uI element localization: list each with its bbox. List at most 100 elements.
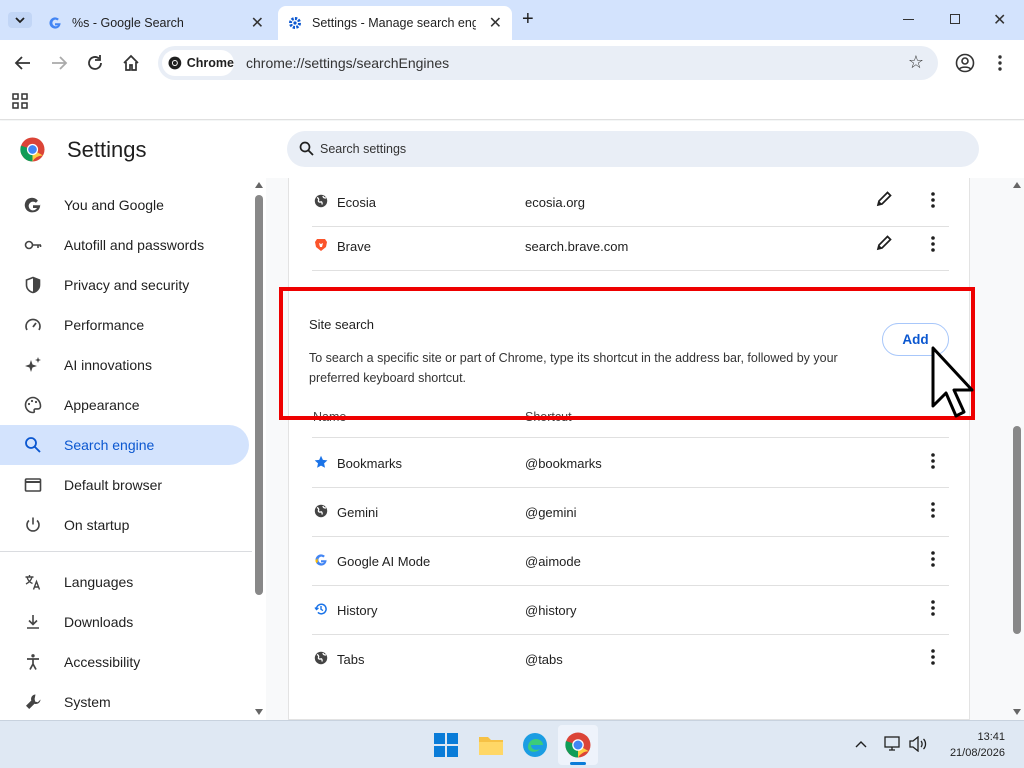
toolbar: Chrome chrome://settings/searchEngines ☆ [0, 40, 1024, 85]
more-actions-icon[interactable] [926, 234, 940, 254]
nav-default-browser[interactable]: Default browser [0, 465, 249, 505]
bookmark-star-icon[interactable]: ☆ [908, 52, 924, 73]
site-name: Tabs [337, 652, 365, 667]
chrome-logo-icon [20, 137, 45, 162]
menu-kebab-icon[interactable] [997, 54, 1003, 72]
more-actions-icon[interactable] [926, 549, 940, 569]
active-app-indicator [570, 762, 586, 765]
close-window-icon[interactable]: ✕ [993, 10, 1006, 30]
windows-start-icon[interactable] [434, 733, 458, 757]
edit-pencil-icon[interactable] [875, 190, 893, 208]
more-actions-icon[interactable] [926, 190, 940, 210]
volume-icon[interactable] [908, 736, 928, 752]
nav-downloads[interactable]: Downloads [0, 602, 249, 642]
sidebar-scrollbar[interactable] [253, 178, 266, 720]
nav-system[interactable]: System [0, 682, 249, 722]
nav-privacy[interactable]: Privacy and security [0, 265, 249, 305]
accessibility-icon [27, 654, 39, 670]
nav-search-engine[interactable]: Search engine [0, 425, 249, 465]
settings-header: Settings Search settings [0, 121, 1024, 178]
scroll-down-arrow-icon[interactable] [254, 708, 264, 716]
more-actions-icon[interactable] [926, 598, 940, 618]
column-header-name: Name [313, 410, 347, 424]
nav-languages[interactable]: Languages [0, 562, 249, 602]
edit-pencil-icon[interactable] [875, 234, 893, 252]
network-icon[interactable] [884, 736, 902, 752]
chrome-chip[interactable]: Chrome [162, 50, 234, 76]
globe-icon [314, 194, 328, 208]
nav-appearance[interactable]: Appearance [0, 385, 249, 425]
browser-window-icon [24, 478, 42, 492]
restore-icon[interactable] [950, 14, 960, 24]
more-actions-icon[interactable] [926, 500, 940, 520]
nav-label: Appearance [64, 397, 140, 413]
chevron-up-icon[interactable] [855, 740, 867, 748]
url-text: chrome://settings/searchEngines [246, 55, 450, 71]
minimize-icon[interactable] [903, 19, 914, 20]
scroll-up-arrow-icon[interactable] [1012, 181, 1022, 189]
nav-label: Accessibility [64, 654, 141, 670]
tab-google-search[interactable]: %s - Google Search ✕ [38, 6, 274, 40]
more-actions-icon[interactable] [926, 647, 940, 667]
google-g-icon [49, 17, 61, 29]
globe-icon [314, 504, 328, 518]
nav-accessibility[interactable]: Accessibility [0, 642, 249, 682]
settings-search-input[interactable]: Search settings [287, 131, 979, 167]
site-search-heading: Site search [309, 317, 375, 332]
engine-row: Brave search.brave.com [312, 222, 949, 271]
tab-search-dropdown-icon[interactable] [8, 12, 32, 28]
search-engines-card: Ecosia ecosia.org Brave search.brave.com… [288, 178, 970, 720]
nav-autofill[interactable]: Autofill and passwords [0, 225, 249, 265]
site-name: Bookmarks [337, 456, 403, 471]
engine-shortcut: search.brave.com [525, 239, 629, 254]
file-explorer-icon[interactable] [478, 733, 504, 757]
nav-performance[interactable]: Performance [0, 305, 249, 345]
wrench-icon [26, 694, 41, 709]
column-header-shortcut: Shortcut [525, 410, 572, 424]
sparkle-icon [25, 357, 41, 372]
settings-content: Ecosia ecosia.org Brave search.brave.com… [266, 178, 1024, 720]
edge-icon[interactable] [522, 732, 548, 758]
scroll-up-arrow-icon[interactable] [254, 181, 264, 189]
tab-settings[interactable]: Settings - Manage search engines ✕ [278, 6, 512, 40]
site-search-row: Tabs @tabs [312, 635, 949, 684]
content-scrollbar[interactable] [1010, 178, 1024, 720]
nav-on-startup[interactable]: On startup [0, 505, 249, 545]
nav-label: AI innovations [64, 357, 152, 373]
home-icon[interactable] [122, 54, 140, 72]
close-tab-icon[interactable]: ✕ [489, 13, 502, 33]
nav-label: Search engine [64, 437, 155, 453]
new-tab-icon[interactable]: + [522, 8, 534, 31]
sidebar-scroll-thumb[interactable] [255, 195, 263, 595]
nav-label: Performance [64, 317, 145, 333]
address-bar[interactable]: Chrome chrome://settings/searchEngines ☆ [158, 46, 938, 80]
nav-label: System [64, 694, 111, 710]
profile-icon[interactable] [955, 53, 975, 73]
nav-label: Downloads [64, 614, 134, 630]
system-clock[interactable]: 13:41 21/08/2026 [950, 729, 1005, 761]
title-bar: %s - Google Search ✕ Settings - Manage s… [0, 0, 1024, 40]
clock-date: 21/08/2026 [949, 747, 1005, 759]
chrome-taskbar-button[interactable] [558, 725, 598, 765]
forward-icon[interactable] [50, 54, 68, 72]
nav-you-and-google[interactable]: You and Google [0, 185, 249, 225]
nav-divider [0, 551, 252, 552]
history-icon [314, 603, 327, 615]
content-scroll-thumb[interactable] [1013, 426, 1021, 634]
nav-label: On startup [64, 517, 130, 533]
download-icon [27, 615, 39, 629]
site-shortcut: @bookmarks [525, 456, 602, 471]
nav-ai-innovations[interactable]: AI innovations [0, 345, 249, 385]
site-search-row: Gemini @gemini [312, 488, 949, 537]
palette-icon [24, 396, 42, 414]
scroll-down-arrow-icon[interactable] [1012, 708, 1022, 716]
back-icon[interactable] [14, 54, 32, 72]
apps-grid-icon[interactable] [12, 93, 28, 109]
reload-icon[interactable] [86, 54, 104, 72]
chrome-icon [168, 56, 182, 70]
more-actions-icon[interactable] [926, 451, 940, 471]
nav-label: You and Google [64, 197, 164, 213]
close-tab-icon[interactable]: ✕ [251, 13, 264, 33]
page-title: Settings [67, 137, 147, 162]
brave-lion-icon [315, 239, 327, 251]
